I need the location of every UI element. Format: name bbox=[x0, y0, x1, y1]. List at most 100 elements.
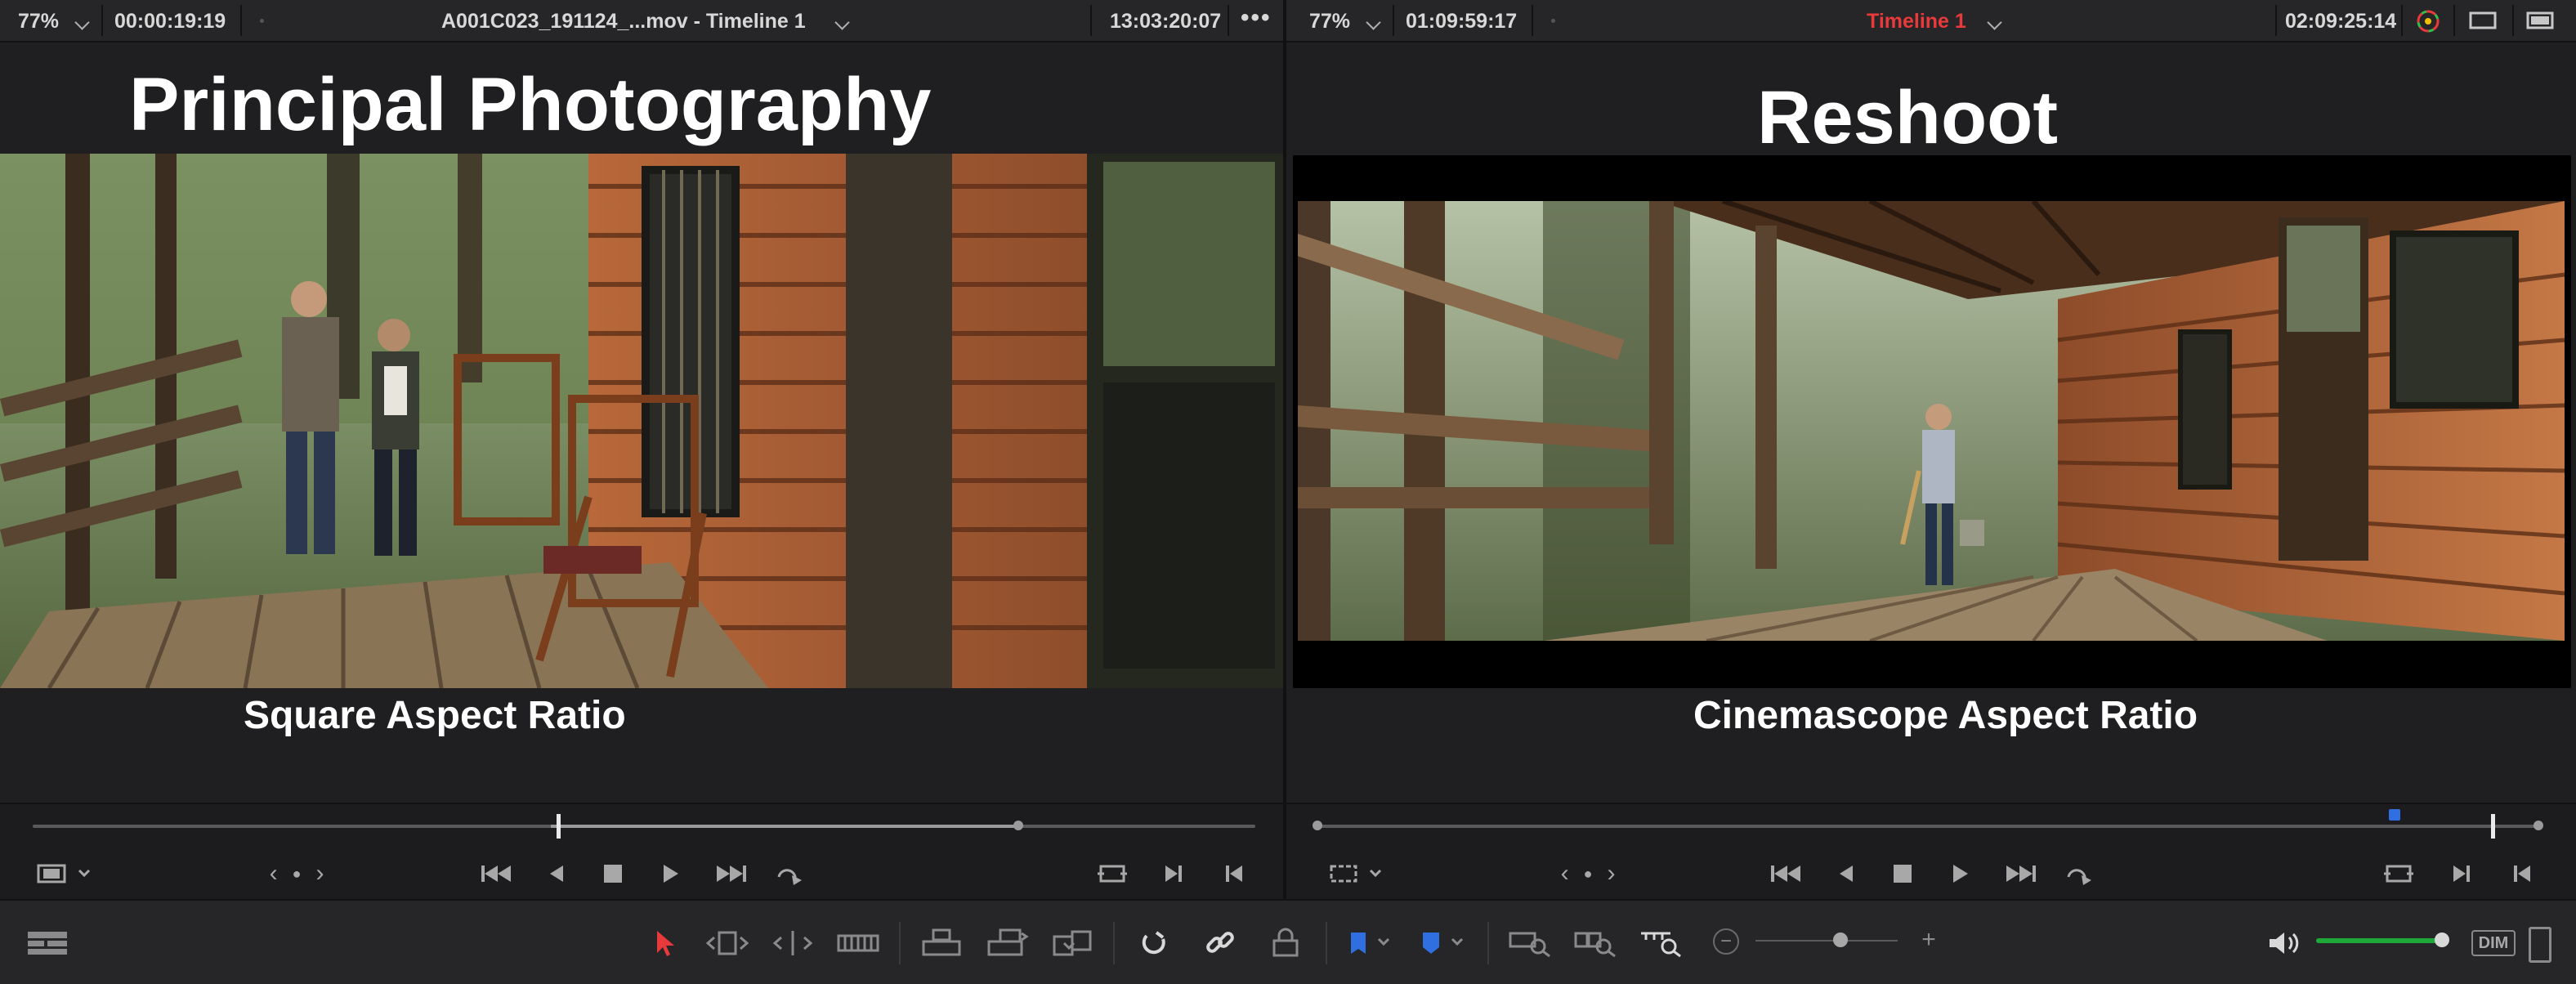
source-timecode-right[interactable]: 13:03:20:07 bbox=[1110, 0, 1221, 41]
timeline-scrubber-track[interactable] bbox=[1317, 825, 2542, 828]
marker-button[interactable] bbox=[1415, 925, 1473, 961]
linked-selection-button[interactable] bbox=[1200, 925, 1241, 961]
stop-button[interactable] bbox=[598, 858, 628, 889]
skip-start-button[interactable] bbox=[1767, 858, 1805, 889]
step-back-icon bbox=[550, 865, 563, 882]
divider bbox=[1532, 5, 1533, 36]
custom-zoom-icon bbox=[1641, 932, 1681, 958]
color-wheel-button[interactable] bbox=[2414, 7, 2442, 35]
chevron-left-icon: ‹ bbox=[1560, 860, 1569, 887]
volume-level bbox=[2316, 938, 2442, 943]
source-zoom-dropdown[interactable] bbox=[74, 0, 90, 41]
blade-tool-button[interactable] bbox=[834, 925, 883, 961]
next-edit-icon bbox=[1165, 865, 1182, 882]
chevron-down-icon bbox=[1987, 15, 2002, 30]
previous-edit-icon bbox=[2514, 865, 2530, 882]
source-in-out-range bbox=[551, 825, 1018, 828]
replace-clip-button[interactable] bbox=[1048, 925, 1097, 961]
safe-area-dropdown[interactable] bbox=[1324, 861, 1389, 886]
volume-button[interactable] bbox=[2264, 925, 2301, 961]
clip-dropdown[interactable] bbox=[834, 0, 850, 41]
cinema-mode-button[interactable] bbox=[2524, 8, 2556, 33]
previous-edit-button[interactable] bbox=[1219, 858, 1249, 889]
trim-edit-button[interactable] bbox=[703, 925, 752, 961]
source-clip-name[interactable]: A001C023_191124_...mov - Timeline 1 bbox=[441, 0, 806, 41]
more-options-icon[interactable]: ••• bbox=[1241, 0, 1272, 41]
next-edit-button[interactable] bbox=[1159, 858, 1188, 889]
safe-area-icon bbox=[1330, 865, 1382, 883]
detail-zoom-icon bbox=[1574, 932, 1616, 958]
source-timecode[interactable]: 00:00:19:19 bbox=[114, 0, 226, 41]
previous-edit-button[interactable] bbox=[2507, 858, 2537, 889]
stop-button[interactable] bbox=[1888, 858, 1917, 889]
timeline-timecode[interactable]: 01:09:59:17 bbox=[1406, 0, 1517, 41]
flag-button[interactable] bbox=[1344, 925, 1401, 961]
step-back-button[interactable] bbox=[1831, 858, 1860, 889]
jog-control[interactable]: ‹ ● › bbox=[1551, 860, 1625, 888]
full-extent-zoom-button[interactable] bbox=[1505, 925, 1554, 961]
step-back-button[interactable] bbox=[541, 858, 570, 889]
custom-zoom-button[interactable] bbox=[1636, 925, 1685, 961]
volume-icon bbox=[2270, 933, 2299, 954]
timeline-dropdown[interactable] bbox=[1987, 0, 2002, 41]
skip-start-button[interactable] bbox=[477, 858, 515, 889]
skip-end-button[interactable] bbox=[2002, 858, 2040, 889]
divider bbox=[2275, 5, 2277, 36]
timeline-zoom-dropdown[interactable] bbox=[1366, 0, 1381, 41]
clip-view-dropdown[interactable] bbox=[33, 861, 98, 886]
skip-start-icon bbox=[481, 865, 511, 882]
timeline-timecode-right[interactable]: 02:09:25:14 bbox=[2285, 0, 2396, 41]
color-wheel-icon bbox=[2417, 10, 2440, 33]
dynamic-trim-icon bbox=[772, 931, 813, 955]
detail-zoom-button[interactable] bbox=[1571, 925, 1620, 961]
film-strip-icon bbox=[37, 864, 91, 883]
volume-knob[interactable] bbox=[2434, 933, 2449, 947]
next-edit-button[interactable] bbox=[2447, 858, 2476, 889]
porch-scene-image bbox=[0, 154, 1283, 688]
zoom-slider-knob[interactable] bbox=[1833, 933, 1849, 947]
timeline-title: Reshoot bbox=[1757, 76, 2058, 159]
audio-meter-icon[interactable] bbox=[2529, 927, 2551, 963]
zoom-in-button[interactable]: + bbox=[1917, 928, 1940, 952]
zoom-slider-track[interactable] bbox=[1755, 940, 1898, 942]
volume-track[interactable] bbox=[2316, 938, 2447, 943]
loop-button[interactable] bbox=[770, 858, 807, 889]
dynamic-trim-button[interactable] bbox=[768, 925, 817, 961]
jog-control[interactable]: ‹ ● › bbox=[260, 860, 333, 888]
toolbar-divider bbox=[899, 922, 901, 964]
overwrite-clip-button[interactable] bbox=[982, 925, 1031, 961]
timeline-view-options-button[interactable] bbox=[25, 927, 70, 959]
loop-icon bbox=[777, 869, 802, 885]
source-transport-bar: ‹ ● › bbox=[0, 803, 1283, 901]
trim-edit-icon bbox=[705, 931, 749, 955]
selection-tool-button[interactable] bbox=[646, 925, 683, 961]
timeline-marker[interactable] bbox=[2389, 809, 2401, 821]
chevron-right-icon: › bbox=[315, 860, 324, 887]
out-point-handle[interactable] bbox=[1013, 821, 1023, 830]
end-point-handle[interactable] bbox=[2534, 821, 2543, 830]
match-frame-button[interactable] bbox=[1093, 858, 1131, 889]
play-button[interactable] bbox=[1945, 858, 1974, 889]
viewer-layout-icon bbox=[2469, 11, 2497, 29]
position-lock-button[interactable] bbox=[1265, 925, 1306, 961]
in-point-handle[interactable] bbox=[1313, 821, 1322, 830]
single-viewer-button[interactable] bbox=[2466, 8, 2499, 33]
source-caption: Square Aspect Ratio bbox=[244, 694, 626, 737]
timeline-playhead[interactable] bbox=[2491, 814, 2496, 839]
zoom-out-button[interactable]: − bbox=[1713, 928, 1739, 955]
skip-end-button[interactable] bbox=[713, 858, 750, 889]
dim-button[interactable]: DIM bbox=[2471, 930, 2516, 956]
divider bbox=[1228, 5, 1229, 36]
match-frame-button[interactable] bbox=[2380, 858, 2417, 889]
timeline-name[interactable]: Timeline 1 bbox=[1867, 0, 1966, 41]
play-button[interactable] bbox=[655, 858, 685, 889]
divider bbox=[1393, 5, 1394, 36]
loop-button[interactable] bbox=[2059, 858, 2097, 889]
jog-dot-icon: ● bbox=[292, 865, 302, 882]
insert-clip-button[interactable] bbox=[917, 925, 966, 961]
divider bbox=[2453, 5, 2455, 36]
snapping-button[interactable] bbox=[1134, 925, 1175, 961]
toolbar-divider bbox=[1487, 922, 1489, 964]
toolbar-divider bbox=[1113, 922, 1115, 964]
source-playhead[interactable] bbox=[557, 814, 561, 839]
